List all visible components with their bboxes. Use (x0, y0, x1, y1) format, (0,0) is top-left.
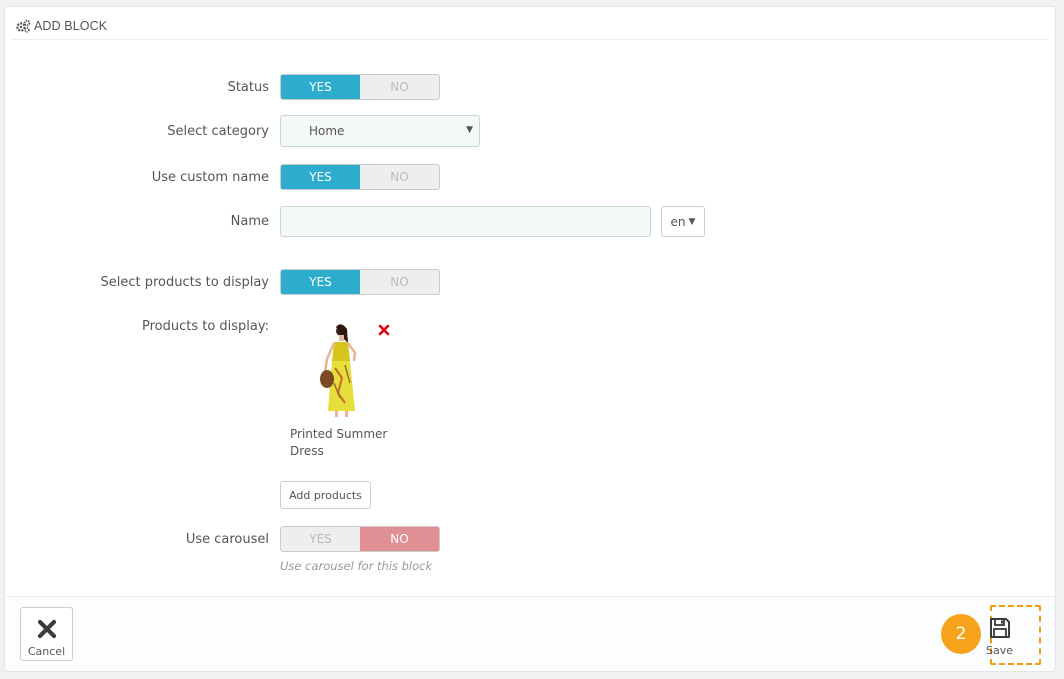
cancel-button[interactable]: Cancel (20, 607, 73, 661)
language-dropdown[interactable]: en ▼ (661, 206, 705, 237)
language-code: en (670, 214, 686, 229)
use-carousel-label: Use carousel (185, 532, 269, 547)
category-select[interactable]: Home ▼ (280, 115, 480, 147)
status-yes-option[interactable]: YES (281, 75, 360, 99)
use-custom-name-yes-option[interactable]: YES (281, 165, 360, 189)
status-switch[interactable]: YES NO (280, 74, 440, 100)
panel-heading: ADD BLOCK (11, 13, 1049, 40)
add-products-button[interactable]: Add products (280, 481, 371, 509)
products-label: Products to display: (141, 319, 269, 334)
product-name: Printed Summer Dress (290, 427, 388, 458)
use-custom-name-label: Use custom name (151, 170, 269, 185)
select-products-switch[interactable]: YES NO (280, 269, 440, 295)
use-carousel-yes-option[interactable]: YES (281, 527, 360, 551)
panel-title: ADD BLOCK (34, 19, 108, 33)
gears-icon (16, 19, 31, 33)
close-icon (37, 619, 56, 639)
cancel-label: Cancel (27, 645, 66, 658)
product-item: Printed Summer Dress (290, 323, 400, 463)
use-carousel-switch[interactable]: YES NO (280, 526, 440, 552)
save-icon (989, 618, 1010, 638)
add-block-panel: ADD BLOCK Status YES NO Select category … (4, 6, 1056, 672)
category-selected-value: Home (309, 124, 345, 138)
name-label: Name (230, 214, 269, 229)
remove-product-icon[interactable] (378, 324, 390, 336)
save-button[interactable]: Save (973, 607, 1026, 661)
dropdown-arrow-icon: ▼ (466, 125, 473, 135)
select-products-no-option[interactable]: NO (360, 270, 439, 294)
use-custom-name-switch[interactable]: YES NO (280, 164, 440, 190)
select-products-yes-option[interactable]: YES (281, 270, 360, 294)
product-image (320, 324, 357, 417)
use-custom-name-no-option[interactable]: NO (360, 165, 439, 189)
panel-footer: Cancel 2 Save (5, 596, 1055, 671)
status-no-option[interactable]: NO (360, 75, 439, 99)
status-label: Status (227, 80, 269, 95)
name-input[interactable] (280, 206, 651, 237)
save-label: Save (985, 644, 1013, 657)
use-carousel-help-text: Use carousel for this block (280, 559, 433, 573)
caret-down-icon: ▼ (688, 216, 696, 227)
select-products-label: Select products to display (100, 275, 270, 290)
use-carousel-no-option[interactable]: NO (360, 527, 439, 551)
category-label: Select category (167, 124, 269, 139)
